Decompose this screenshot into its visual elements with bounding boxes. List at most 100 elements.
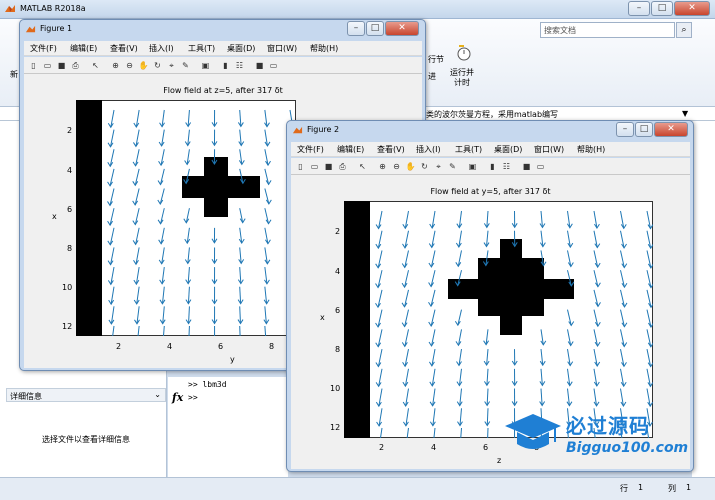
figure-1-toolbar: ▯ ▭ ■ ⎙ ↖ ⊕ ⊖ ✋ ↻ ⌖ ✎ ▣ ▮ ☷ ■ ▭: [24, 57, 422, 74]
colorbar-icon[interactable]: ▮: [220, 60, 231, 71]
data-cursor-icon[interactable]: ⌖: [166, 60, 177, 71]
app-title: MATLAB R2018a: [20, 4, 86, 13]
function-browser-icon[interactable]: fx: [172, 391, 183, 404]
rotate-icon[interactable]: ↻: [152, 60, 163, 71]
wall-obstacle: [344, 201, 370, 438]
menu-edit[interactable]: 编辑(E): [337, 144, 364, 155]
zoom-out-icon[interactable]: ⊖: [391, 161, 402, 172]
menu-help[interactable]: 帮助(H): [310, 43, 338, 54]
zoom-in-icon[interactable]: ⊕: [110, 60, 121, 71]
show-plot-tools-icon[interactable]: ▭: [268, 60, 279, 71]
matlab-logo-icon: [292, 126, 303, 134]
figure-1-title-bar[interactable]: Figure 1 – □ ✕: [20, 20, 425, 39]
menu-file[interactable]: 文件(F): [30, 43, 57, 54]
figure-2-axes[interactable]: [344, 201, 653, 438]
y-tick-label: 4: [335, 267, 341, 276]
zoom-in-icon[interactable]: ⊕: [377, 161, 388, 172]
search-icon[interactable]: ⌕: [676, 22, 692, 38]
plot-area: [344, 201, 653, 438]
figure-1-axes[interactable]: [76, 100, 296, 336]
chevron-down-icon[interactable]: ⌄: [154, 390, 161, 399]
new-figure-icon[interactable]: ▯: [295, 161, 306, 172]
ribbon-item-new[interactable]: 新: [10, 70, 18, 80]
menu-view[interactable]: 查看(V): [377, 144, 405, 155]
y-tick-label: 12: [62, 322, 73, 331]
col-value: 1: [686, 483, 692, 492]
command-window[interactable]: [168, 377, 288, 477]
run-timer-icon[interactable]: [455, 44, 473, 62]
y-tick-label: 10: [330, 384, 341, 393]
status-bar: 行 1 列 1: [0, 477, 715, 500]
data-cursor-icon[interactable]: ⌖: [433, 161, 444, 172]
hide-plot-tools-icon[interactable]: ■: [254, 60, 265, 71]
print-icon[interactable]: ⎙: [70, 60, 81, 71]
y-tick-label: 8: [67, 244, 73, 253]
save-icon[interactable]: ■: [323, 161, 334, 172]
print-icon[interactable]: ⎙: [337, 161, 348, 172]
link-plot-icon[interactable]: ▣: [200, 60, 211, 71]
rotate-icon[interactable]: ↻: [419, 161, 430, 172]
close-button[interactable]: ✕: [385, 21, 419, 36]
zoom-out-icon[interactable]: ⊖: [124, 60, 135, 71]
pointer-icon[interactable]: ↖: [90, 60, 101, 71]
pan-icon[interactable]: ✋: [405, 161, 416, 172]
close-button[interactable]: ✕: [674, 1, 710, 16]
graduation-cap-logo-icon: [505, 414, 561, 449]
address-text: 类的波尔茨曼方程，采用matlab编写: [426, 110, 559, 119]
menu-window[interactable]: 窗口(W): [534, 144, 564, 155]
row-label: 行: [620, 484, 628, 493]
y-tick-label: 2: [335, 227, 341, 236]
figure-2-menubar: 文件(F) 编辑(E) 查看(V) 插入(I) 工具(T) 桌面(D) 窗口(W…: [291, 142, 690, 157]
menu-help[interactable]: 帮助(H): [577, 144, 605, 155]
legend-icon[interactable]: ☷: [234, 60, 245, 71]
maximize-button[interactable]: □: [635, 122, 653, 137]
menu-insert[interactable]: 插入(I): [416, 144, 441, 155]
details-header[interactable]: 详细信息 ⌄: [6, 388, 166, 402]
obstacle-block: [448, 279, 574, 299]
maximize-button[interactable]: □: [651, 1, 673, 16]
menu-tools[interactable]: 工具(T): [188, 43, 215, 54]
plot-title-text: Flow field at y=5, after 317: [430, 187, 540, 196]
x-tick-label: 6: [218, 342, 224, 351]
obstacle-block: [182, 176, 260, 198]
pan-icon[interactable]: ✋: [138, 60, 149, 71]
hide-plot-tools-icon[interactable]: ■: [521, 161, 532, 172]
x-tick-label: 4: [167, 342, 173, 351]
menu-tools[interactable]: 工具(T): [455, 144, 482, 155]
show-plot-tools-icon[interactable]: ▭: [535, 161, 546, 172]
ribbon-item-run-and-time[interactable]: 运行并 计时: [450, 68, 474, 88]
save-icon[interactable]: ■: [56, 60, 67, 71]
figure-2-title-bar[interactable]: Figure 2 – □ ✕: [287, 121, 693, 140]
menu-desktop[interactable]: 桌面(D): [494, 144, 522, 155]
brush-icon[interactable]: ✎: [447, 161, 458, 172]
figure-1-menubar: 文件(F) 编辑(E) 查看(V) 插入(I) 工具(T) 桌面(D) 窗口(W…: [24, 41, 422, 56]
open-file-icon[interactable]: ▭: [309, 161, 320, 172]
menu-view[interactable]: 查看(V): [110, 43, 138, 54]
minimize-button[interactable]: –: [347, 21, 365, 36]
details-header-label: 详细信息: [10, 392, 42, 401]
col-label: 列: [668, 484, 676, 493]
ribbon-item-section[interactable]: 行节: [428, 55, 444, 65]
x-axis-label: y: [230, 355, 235, 364]
minimize-button[interactable]: –: [628, 1, 650, 16]
pointer-icon[interactable]: ↖: [357, 161, 368, 172]
legend-icon[interactable]: ☷: [501, 161, 512, 172]
menu-desktop[interactable]: 桌面(D): [227, 43, 255, 54]
ribbon-item-advance[interactable]: 进: [428, 72, 436, 82]
command-prompt[interactable]: >>: [188, 393, 198, 402]
open-file-icon[interactable]: ▭: [42, 60, 53, 71]
link-plot-icon[interactable]: ▣: [467, 161, 478, 172]
colorbar-icon[interactable]: ▮: [487, 161, 498, 172]
maximize-button[interactable]: □: [366, 21, 384, 36]
search-input[interactable]: 搜索文档: [540, 22, 675, 38]
close-button[interactable]: ✕: [654, 122, 688, 137]
new-figure-icon[interactable]: ▯: [28, 60, 39, 71]
brush-icon[interactable]: ✎: [180, 60, 191, 71]
minimize-button[interactable]: –: [616, 122, 634, 137]
chevron-down-icon[interactable]: ▼: [682, 109, 688, 118]
y-tick-label: 4: [67, 166, 73, 175]
menu-edit[interactable]: 编辑(E): [70, 43, 97, 54]
menu-window[interactable]: 窗口(W): [267, 43, 297, 54]
menu-insert[interactable]: 插入(I): [149, 43, 174, 54]
menu-file[interactable]: 文件(F): [297, 144, 324, 155]
